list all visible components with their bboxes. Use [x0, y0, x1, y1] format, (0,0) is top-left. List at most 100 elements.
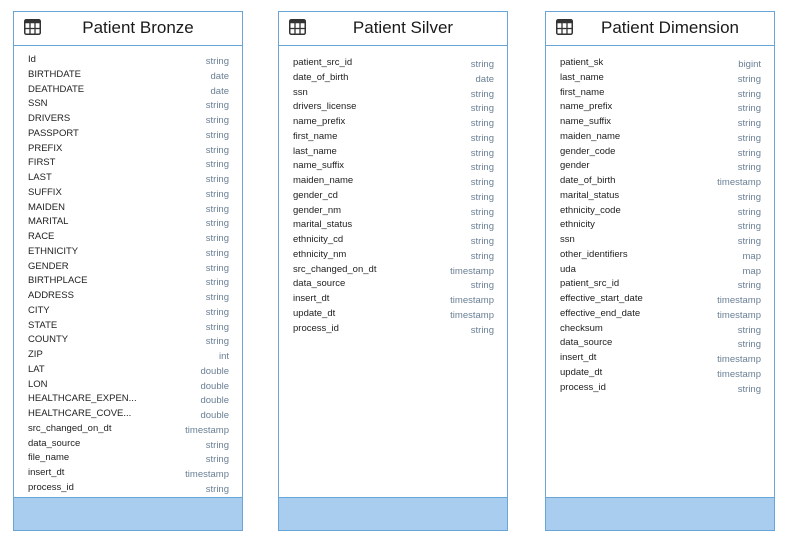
table-title: Patient Dimension: [601, 18, 739, 37]
field-row[interactable]: drivers_license string: [293, 101, 494, 116]
field-row[interactable]: marital_status string: [293, 219, 494, 234]
field-row[interactable]: PASSPORT string: [28, 128, 229, 143]
field-row[interactable]: other_identifiers map: [560, 249, 761, 264]
field-row[interactable]: ethnicity_nm string: [293, 249, 494, 264]
field-row[interactable]: file_name string: [28, 452, 229, 467]
field-row[interactable]: patient_src_id string: [560, 278, 761, 293]
field-name: name_prefix: [560, 101, 613, 113]
field-name: patient_sk: [560, 57, 604, 68]
field-name: Id: [28, 54, 36, 65]
field-row[interactable]: ssn string: [560, 234, 761, 249]
field-row[interactable]: data_source string: [293, 278, 494, 293]
field-type: string: [205, 159, 229, 171]
field-type: string: [470, 162, 494, 174]
field-row[interactable]: CITY string: [28, 305, 229, 320]
field-row[interactable]: date_of_birth date: [293, 72, 494, 87]
field-row[interactable]: insert_dt timestamp: [28, 467, 229, 482]
field-row[interactable]: ZIP int: [28, 349, 229, 364]
field-row[interactable]: name_prefix string: [560, 101, 761, 116]
field-type: string: [470, 191, 494, 203]
field-row[interactable]: SUFFIX string: [28, 187, 229, 202]
field-row[interactable]: last_name string: [560, 72, 761, 87]
field-row[interactable]: STATE string: [28, 320, 229, 335]
field-name: process_id: [28, 481, 74, 493]
field-name: DRIVERS: [28, 113, 71, 124]
field-row[interactable]: data_source string: [28, 438, 229, 453]
field-type: bigint: [738, 59, 761, 70]
field-name: BIRTHDATE: [28, 68, 81, 80]
field-type: string: [737, 103, 761, 115]
field-row[interactable]: maiden_name string: [560, 131, 761, 146]
field-row[interactable]: FIRST string: [28, 157, 229, 172]
field-row[interactable]: ETHNICITY string: [28, 246, 229, 261]
field-row[interactable]: last_name string: [293, 146, 494, 161]
field-row[interactable]: effective_end_date timestamp: [560, 308, 761, 323]
field-row[interactable]: gender_nm string: [293, 205, 494, 220]
field-type: string: [470, 206, 494, 218]
field-row[interactable]: BIRTHDATE date: [28, 69, 229, 84]
field-name: HEALTHCARE_COVE...: [28, 408, 132, 419]
field-row[interactable]: process_id string: [560, 382, 761, 397]
field-row[interactable]: PREFIX string: [28, 143, 229, 158]
field-row[interactable]: update_dt timestamp: [293, 308, 494, 323]
field-name: insert_dt: [293, 293, 330, 304]
field-row[interactable]: src_changed_on_dt timestamp: [28, 423, 229, 438]
field-row[interactable]: ethnicity_cd string: [293, 234, 494, 249]
field-row[interactable]: LAT double: [28, 364, 229, 379]
field-row[interactable]: name_suffix string: [293, 160, 494, 175]
field-name: update_dt: [560, 366, 603, 378]
field-type: string: [470, 324, 494, 336]
field-type: string: [205, 115, 229, 126]
field-type: timestamp: [185, 424, 229, 436]
field-row[interactable]: ethnicity string: [560, 219, 761, 234]
field-row[interactable]: DEATHDATE date: [28, 84, 229, 99]
field-row[interactable]: maiden_name string: [293, 175, 494, 190]
field-row[interactable]: name_prefix string: [293, 116, 494, 131]
field-name: process_id: [293, 322, 339, 334]
field-row[interactable]: ssn string: [293, 87, 494, 102]
field-row[interactable]: MAIDEN string: [28, 202, 229, 217]
field-type: string: [737, 73, 761, 85]
field-row[interactable]: uda map: [560, 264, 761, 279]
field-row[interactable]: checksum string: [560, 323, 761, 338]
field-row[interactable]: date_of_birth timestamp: [560, 175, 761, 190]
field-row[interactable]: insert_dt timestamp: [560, 352, 761, 367]
field-list: patient_sk bigint last_name string first_nam…: [560, 57, 761, 396]
field-type: map: [742, 250, 761, 262]
field-row[interactable]: RACE string: [28, 231, 229, 246]
field-row[interactable]: patient_src_id string: [293, 57, 494, 72]
field-row[interactable]: Id string: [28, 54, 229, 69]
field-row[interactable]: src_changed_on_dt timestamp: [293, 264, 494, 279]
field-type: string: [737, 221, 761, 233]
table-card-patient-bronze[interactable]: Patient Bronze Id string BIRTHDATE date DEAT…: [13, 11, 243, 531]
field-row[interactable]: DRIVERS string: [28, 113, 229, 128]
field-row[interactable]: process_id string: [28, 482, 229, 497]
field-row[interactable]: patient_sk bigint: [560, 57, 761, 72]
field-row[interactable]: name_suffix string: [560, 116, 761, 131]
field-row[interactable]: gender_cd string: [293, 190, 494, 205]
field-row[interactable]: ADDRESS string: [28, 290, 229, 305]
field-row[interactable]: ethnicity_code string: [560, 205, 761, 220]
field-row[interactable]: BIRTHPLACE string: [28, 275, 229, 290]
field-row[interactable]: update_dt timestamp: [560, 367, 761, 382]
field-row[interactable]: LAST string: [28, 172, 229, 187]
field-row[interactable]: data_source string: [560, 337, 761, 352]
field-row[interactable]: COUNTY string: [28, 334, 229, 349]
field-row[interactable]: effective_start_date timestamp: [560, 293, 761, 308]
field-row[interactable]: first_name string: [293, 131, 494, 146]
field-row[interactable]: gender string: [560, 160, 761, 175]
field-row[interactable]: first_name string: [560, 87, 761, 102]
field-row[interactable]: gender_code string: [560, 146, 761, 161]
field-row[interactable]: MARITAL string: [28, 216, 229, 231]
field-row[interactable]: LON double: [28, 379, 229, 394]
field-row[interactable]: process_id string: [293, 323, 494, 338]
field-row[interactable]: HEALTHCARE_EXPEN... double: [28, 393, 229, 408]
table-card-patient-dimension[interactable]: Patient Dimension patient_sk bigint last_n…: [545, 11, 775, 531]
field-name: maiden_name: [560, 130, 621, 142]
field-row[interactable]: SSN string: [28, 98, 229, 113]
field-row[interactable]: HEALTHCARE_COVE... double: [28, 408, 229, 423]
field-row[interactable]: marital_status string: [560, 190, 761, 205]
table-card-patient-silver[interactable]: Patient Silver patient_src_id string date_…: [278, 11, 508, 531]
field-row[interactable]: insert_dt timestamp: [293, 293, 494, 308]
field-row[interactable]: GENDER string: [28, 261, 229, 276]
